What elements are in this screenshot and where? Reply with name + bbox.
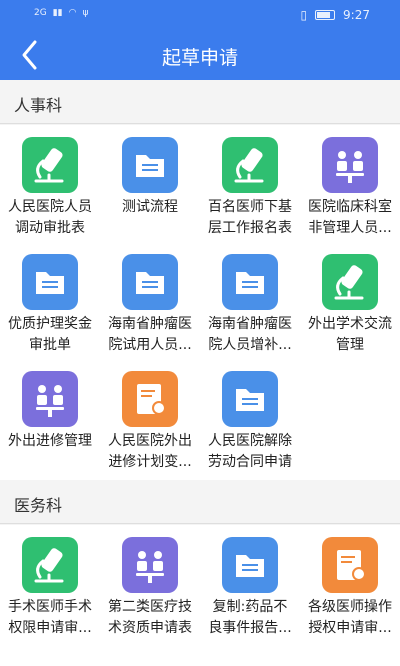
folder-icon	[22, 254, 78, 310]
grid-item[interactable]: 人民医院解除 劳动合同申请	[200, 359, 300, 475]
grid-item-label-line1: 复制:药品不	[212, 599, 288, 615]
grid-item-label-line1: 第二类医疗技	[108, 599, 192, 615]
meeting-icon	[322, 137, 378, 193]
grid-item-label-line1: 医院临床科室	[308, 199, 392, 215]
grid-item[interactable]: 各级医师操作 授权申请审...	[300, 525, 400, 641]
nav-bar: 起草申请	[0, 30, 400, 80]
grid-item-label-line2: 院人员增补...	[208, 337, 292, 353]
grid-item-label: 人民医院解除 劳动合同申请	[200, 431, 300, 473]
grid-item-label-line2: 授权申请审...	[308, 620, 392, 636]
grid-item-label-line2: 院试用人员...	[108, 337, 192, 353]
grid-item-label-line1: 海南省肿瘤医	[108, 316, 192, 332]
grid-item-label: 百名医师下基 层工作报名表	[200, 197, 300, 239]
grid-item-label: 人民医院外出 进修计划变...	[100, 431, 200, 473]
grid-item-label-line2: 管理	[336, 337, 364, 353]
meeting-icon	[122, 537, 178, 593]
grid-item[interactable]: 海南省肿瘤医 院试用人员...	[100, 242, 200, 358]
grid-item-label-line1: 外出学术交流	[308, 316, 392, 332]
section-title: 医务科	[14, 496, 63, 515]
grid-item-label-line2: 良事件报告...	[208, 620, 292, 636]
folder-icon	[222, 254, 278, 310]
meeting-icon	[22, 371, 78, 427]
grid-item-label-line1: 人民医院外出	[108, 433, 192, 449]
grid-item-label-line1: 各级医师操作	[308, 599, 392, 615]
wifi-icon: ◠	[68, 8, 77, 18]
signal-text: 2G	[34, 8, 47, 18]
folder-icon	[222, 371, 278, 427]
grid-item-label-line1: 优质护理奖金	[8, 316, 92, 332]
grid-item-label-line2: 术资质申请表	[108, 620, 192, 636]
grid-item-label: 复制:药品不 良事件报告...	[200, 597, 300, 639]
grid-item[interactable]: 复制:药品不 良事件报告...	[200, 525, 300, 641]
grid-item-label: 第二类医疗技 术资质申请表	[100, 597, 200, 639]
vibrate-icon: ▯	[300, 8, 308, 22]
grid-item-label-line2: 调动审批表	[15, 220, 85, 236]
clock: 9:27	[343, 8, 370, 22]
grid-item[interactable]: 优质护理奖金 审批单	[0, 242, 100, 358]
signal-icon: ▮▮	[52, 8, 63, 18]
folder-icon	[122, 254, 178, 310]
grid-item-label-line2: 进修计划变...	[108, 454, 192, 470]
section-header-yiwu: 医务科	[0, 480, 400, 524]
grid-item[interactable]: 海南省肿瘤医 院人员增补...	[200, 242, 300, 358]
grid-item-label-line2: 劳动合同申请	[208, 454, 292, 470]
grid-item-label: 手术医师手术 权限申请审...	[0, 597, 100, 639]
grid-item[interactable]: 人民医院外出 进修计划变...	[100, 359, 200, 475]
folder-icon	[222, 537, 278, 593]
grid-item-label: 各级医师操作 授权申请审...	[300, 597, 400, 639]
section-grid-yiwu: 手术医师手术 权限申请审... 第二类医疗技 术资质申请表 复制:药品不 良事件报告...…	[0, 525, 400, 666]
grid-item-label-line2: 非管理人员...	[308, 220, 392, 236]
grid-item-label-line1: 测试流程	[122, 199, 178, 215]
grid-item-label-line1: 外出进修管理	[8, 433, 92, 449]
folder-icon	[122, 137, 178, 193]
page-title: 起草申请	[161, 47, 238, 69]
grid-item-label: 外出进修管理	[0, 431, 100, 452]
grid-item-label-line2: 权限申请审...	[8, 620, 92, 636]
grid-item[interactable]: 外出学术交流 管理	[300, 242, 400, 358]
microscope-icon	[22, 137, 78, 193]
status-bar: 2G ▮▮ ◠ ψ ▯ 9:27	[0, 0, 400, 30]
grid-item-label-line1: 手术医师手术	[8, 599, 92, 615]
grid-item-label-line1: 海南省肿瘤医	[208, 316, 292, 332]
usb-icon: ψ	[82, 8, 89, 18]
grid-item-label: 外出学术交流 管理	[300, 314, 400, 356]
grid-item[interactable]: 外出进修管理	[0, 359, 100, 475]
status-left: 2G ▮▮ ◠ ψ	[34, 8, 88, 18]
section-header-renshi: 人事科	[0, 80, 400, 124]
grid-item[interactable]: 手术医师手术 权限申请审...	[0, 525, 100, 641]
grid-item[interactable]: 测试流程	[100, 125, 200, 241]
grid-item[interactable]: 百名医师下基 层工作报名表	[200, 125, 300, 241]
microscope-icon	[322, 254, 378, 310]
microscope-icon	[22, 537, 78, 593]
grid-item-label: 优质护理奖金 审批单	[0, 314, 100, 356]
grid-item-label-line1: 人民医院解除	[208, 433, 292, 449]
grid-item-label: 海南省肿瘤医 院试用人员...	[100, 314, 200, 356]
microscope-icon	[222, 137, 278, 193]
certificate-icon	[322, 537, 378, 593]
battery-icon	[315, 10, 336, 20]
grid-item[interactable]: 人民医院人员 调动审批表	[0, 125, 100, 241]
grid-item-label: 人民医院人员 调动审批表	[0, 197, 100, 239]
status-right: ▯ 9:27	[300, 8, 370, 22]
grid-item-label: 医院临床科室 非管理人员...	[300, 197, 400, 239]
grid-item[interactable]: 医院临床科室 非管理人员...	[300, 125, 400, 241]
grid-item-label-line1: 百名医师下基	[208, 199, 292, 215]
grid-item-label-line2: 层工作报名表	[208, 220, 292, 236]
grid-item-label-line1: 人民医院人员	[8, 199, 92, 215]
grid-item-label: 海南省肿瘤医 院人员增补...	[200, 314, 300, 356]
certificate-icon	[122, 371, 178, 427]
grid-item-label: 测试流程	[100, 197, 200, 218]
section-grid-renshi: 人民医院人员 调动审批表 测试流程 百名医师下基 层工作报名表 医院临床科室 非管理人员..…	[0, 125, 400, 481]
section-title: 人事科	[14, 96, 63, 115]
grid-item[interactable]: 第二类医疗技 术资质申请表	[100, 525, 200, 641]
grid-item-label-line2: 审批单	[29, 337, 71, 353]
